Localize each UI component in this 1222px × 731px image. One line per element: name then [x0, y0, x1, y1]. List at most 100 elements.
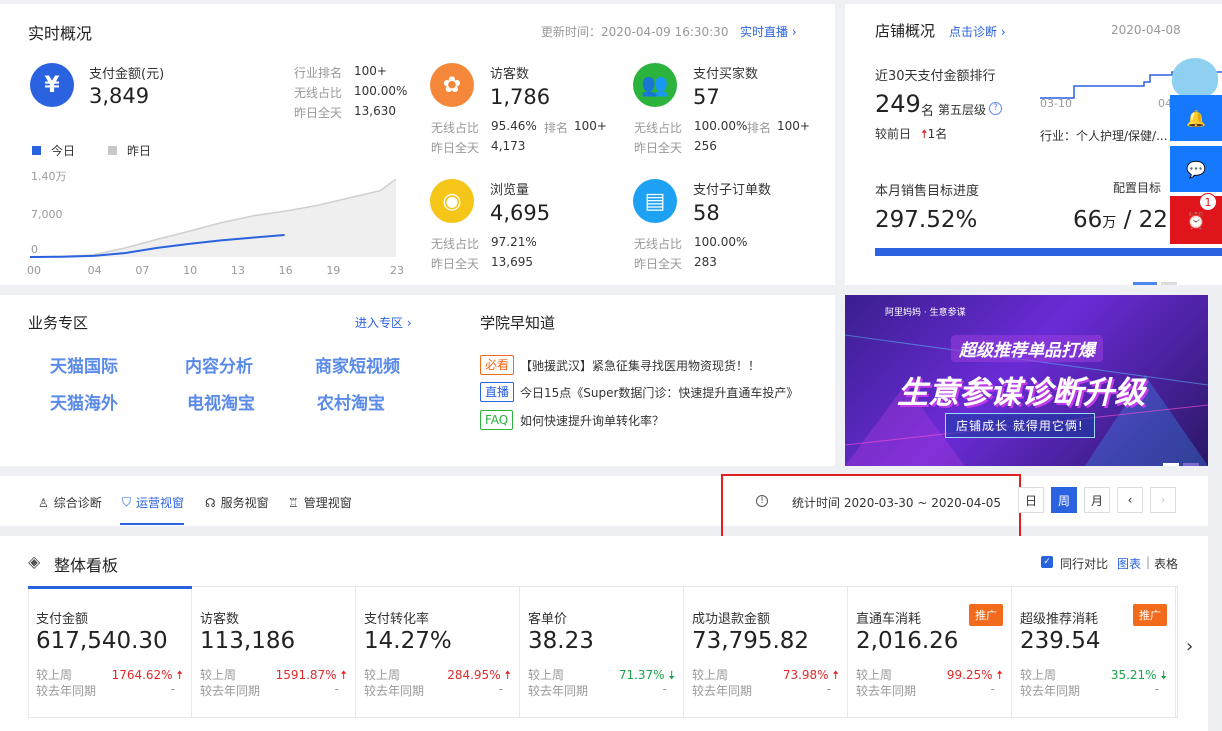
view-chart[interactable]: 图表: [1117, 555, 1141, 572]
realtime-card: 实时概况 更新时间：2020-04-09 16:30:30 实时直播 › ¥ 支…: [0, 4, 835, 285]
compare-checkbox[interactable]: ✓: [1041, 556, 1053, 568]
help-icon[interactable]: ?: [989, 102, 1002, 115]
view-table[interactable]: 表格: [1154, 555, 1178, 572]
rank-level: 第五层级: [938, 103, 987, 117]
board-title: 整体看板: [54, 556, 119, 575]
biz-tv-taobao[interactable]: 电视淘宝: [187, 389, 255, 414]
chevron-left-icon: ‹: [1127, 493, 1133, 507]
tab-overall-diagnosis[interactable]: ♙ 综合诊断: [38, 494, 102, 511]
rank-unit: 名: [921, 104, 935, 119]
metric-card[interactable]: 客单价 38.23 较上周 71.37% 🠇 较去年同期 -: [520, 586, 684, 718]
bell-button[interactable]: 🔔: [1170, 95, 1222, 141]
last-year-label: 较去年同期: [692, 684, 753, 698]
banner-dots[interactable]: [1163, 451, 1199, 466]
last-year-value: -: [662, 682, 667, 696]
arrow-up-icon: 🠅: [176, 668, 183, 682]
metric-card[interactable]: 直通车消耗 推广 2,016.26 较上周 99.25% 🠅 较去年同期 -: [848, 586, 1012, 718]
period-month[interactable]: 月: [1084, 487, 1110, 513]
last-week-label: 较上周: [364, 668, 401, 682]
arrow-down-icon: 🠇: [1160, 668, 1167, 682]
chat-button[interactable]: 💬: [1170, 146, 1222, 192]
last-year-label: 较去年同期: [364, 684, 425, 698]
compare-toggle-label[interactable]: 同行对比: [1060, 555, 1108, 572]
metric-card[interactable]: 支付金额 617,540.30 较上周 1764.62% 🠅 较去年同期 -: [28, 586, 192, 718]
biz-content-analysis[interactable]: 内容分析: [185, 352, 253, 377]
y-tick-label: 0: [31, 243, 38, 256]
last-year-value: -: [498, 682, 503, 696]
chevron-right-icon: ›: [1000, 25, 1006, 39]
cell-yesterday-label: 昨日全天: [634, 141, 683, 155]
biz-short-video[interactable]: 商家短视频: [315, 352, 400, 377]
alarm-icon: ⏰: [1186, 210, 1206, 230]
biz-rural-taobao[interactable]: 农村淘宝: [317, 389, 385, 414]
last-week-label: 较上周: [1020, 668, 1057, 682]
period-week[interactable]: 周: [1051, 487, 1077, 513]
cell-label: 支付买家数: [693, 67, 759, 82]
prev-button[interactable]: ‹: [1117, 487, 1143, 513]
last-week-label: 较上周: [528, 668, 565, 682]
cell-yesterday-value: 13,695: [491, 255, 533, 269]
cell-wireless-label: 无线占比: [634, 121, 683, 135]
pay-rank-value: 100+: [354, 64, 387, 78]
y-tick-label: 1.40万: [31, 170, 67, 183]
last-year-label: 较去年同期: [1020, 684, 1081, 698]
cell-wireless-value: 95.46%: [491, 119, 537, 133]
metric-card[interactable]: 支付转化率 14.27% 较上周 284.95% 🠅 较去年同期 -: [356, 586, 520, 718]
last-year-label: 较去年同期: [528, 684, 589, 698]
cell-label: 支付子订单数: [693, 183, 772, 198]
config-target[interactable]: 配置目标: [1113, 179, 1161, 196]
metrics-next[interactable]: ›: [1186, 636, 1193, 657]
y-tick-label: 7,000: [31, 208, 63, 221]
mascot-avatar[interactable]: [1172, 58, 1218, 98]
tab-operation-window[interactable]: ⛉ 运营视窗: [122, 494, 184, 511]
biz-tmall-global[interactable]: 天猫国际: [50, 352, 118, 377]
compare-label: 较前日: [875, 127, 912, 141]
banner-title: 生意参谋诊断升级: [897, 375, 1145, 411]
cell-wireless-label: 无线占比: [431, 237, 480, 251]
last-week-label: 较上周: [692, 668, 729, 682]
tab-management-window[interactable]: ♖ 管理视窗: [288, 494, 352, 511]
realtime-chart: 1.40万7,000000 04 07 10 13 16 19 23: [27, 170, 404, 277]
cell-yesterday-value: 256: [694, 139, 717, 153]
cell-wireless-label: 无线占比: [634, 237, 683, 251]
metric-value: 73,795.82: [692, 628, 810, 654]
user-icon: 👥: [633, 63, 677, 107]
tab-service-window[interactable]: ☊ 服务视窗: [205, 494, 269, 511]
metric-card[interactable]: 超级推荐消耗 推广 239.54 较上周 35.21% 🠇 较去年同期 -: [1012, 586, 1176, 718]
metric-value: 617,540.30: [36, 628, 168, 654]
bulb-icon: ♙: [38, 495, 49, 510]
rank-title: 近30天支付金额排行: [875, 69, 996, 84]
cell-label: 访客数: [490, 67, 530, 82]
last-week-label: 较上周: [856, 668, 893, 682]
metric-card[interactable]: 成功退款金额 73,795.82 较上周 73.98% 🠅 较去年同期 -: [684, 586, 848, 718]
cell-wireless-value: 100.00%: [694, 119, 748, 133]
live-link[interactable]: 实时直播 ›: [740, 23, 797, 40]
pay-yesterday-value: 13,630: [354, 104, 396, 118]
metric-card[interactable]: 访客数 113,186 较上周 1591.87% 🠅 较去年同期 -: [192, 586, 356, 718]
academy-item[interactable]: 今日15点《Super数据门诊：快速提升直通车投产》: [520, 384, 798, 401]
legend-yesterday[interactable]: 昨日: [108, 142, 151, 159]
period-day[interactable]: 日: [1018, 487, 1044, 513]
promo-banner[interactable]: 阿里妈妈 · 生意参谋 超级推荐单品打爆 生意参谋诊断升级 店铺成长 就得用它俩…: [845, 295, 1208, 466]
view-separator: |: [1146, 555, 1151, 569]
promo-badge: 推广: [1133, 604, 1167, 626]
academy-item[interactable]: 【驰援武汉】紧急征集寻找医用物资现货！！: [520, 357, 760, 374]
chevron-right-icon: ›: [406, 316, 412, 330]
cell-label: 浏览量: [490, 183, 530, 198]
last-year-label: 较去年同期: [200, 684, 261, 698]
cell-value: 4,695: [490, 201, 551, 225]
carousel-dots[interactable]: [1133, 270, 1177, 285]
metric-label: 超级推荐消耗: [1020, 612, 1099, 627]
enter-zone-link[interactable]: 进入专区 ›: [355, 314, 412, 331]
next-button[interactable]: ›: [1150, 487, 1176, 513]
business-card: 业务专区 进入专区 › 天猫国际 内容分析 商家短视频 天猫海外 电视淘宝 农村…: [0, 295, 835, 466]
biz-tmall-overseas[interactable]: 天猫海外: [50, 389, 118, 414]
cell-yesterday-label: 昨日全天: [431, 257, 480, 271]
business-title: 业务专区: [28, 314, 89, 332]
cell-wireless-value: 100.00%: [694, 235, 748, 249]
academy-item[interactable]: 如何快速提升询单转化率？: [520, 412, 664, 429]
legend-today[interactable]: 今日: [32, 142, 75, 159]
diagnose-link[interactable]: 点击诊断 ›: [949, 23, 1006, 40]
clipboard-icon: ▤: [633, 179, 677, 223]
banner-subtitle: 店铺成长 就得用它俩!: [945, 413, 1095, 438]
